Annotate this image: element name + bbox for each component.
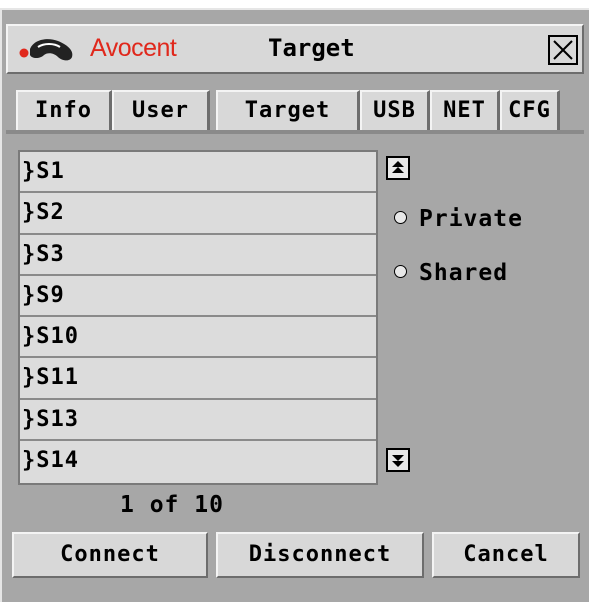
avocent-logo-icon [18,35,78,65]
private-label: Private [419,206,523,232]
list-item[interactable]: }S10 [20,317,376,359]
tab-target[interactable]: Target [216,90,360,130]
shared-option[interactable]: Shared [394,260,508,286]
close-button[interactable] [548,35,578,65]
list-item[interactable]: }S9 [20,276,376,317]
cancel-button[interactable]: Cancel [432,532,580,578]
radio-icon[interactable] [394,265,407,278]
page-indicator: 1 of 10 [120,492,224,518]
tab-info[interactable]: Info [16,90,112,130]
list-item[interactable]: }S11 [20,358,376,400]
tab-net[interactable]: NET [430,90,500,130]
target-list[interactable]: }S1 }S2 }S3 }S9 }S10 }S11 }S13 }S14 [18,150,378,485]
scroll-up-icon [392,161,404,173]
target-dialog: Avocent Target Info User Target USB NET … [0,8,589,602]
disconnect-button[interactable]: Disconnect [216,532,424,578]
brand-name: Avocent [90,34,177,62]
scroll-up-button[interactable] [386,156,410,180]
close-icon [553,40,573,60]
list-item[interactable]: }S14 [20,441,376,482]
tab-usb[interactable]: USB [360,90,430,130]
scroll-down-icon [392,455,404,467]
list-item[interactable]: }S2 [20,193,376,235]
tab-divider [6,130,584,134]
tab-user[interactable]: User [112,90,210,130]
window-title: Target [268,34,355,62]
list-item[interactable]: }S13 [20,400,376,441]
connect-button[interactable]: Connect [12,532,208,578]
shared-label: Shared [419,260,509,286]
tab-cfg[interactable]: CFG [500,90,560,130]
private-option[interactable]: Private [394,206,523,232]
list-item[interactable]: }S1 [20,152,376,194]
list-item[interactable]: }S3 [20,235,376,276]
title-bar: Avocent Target [6,24,584,74]
scroll-down-button[interactable] [386,448,410,472]
radio-icon[interactable] [394,211,407,224]
